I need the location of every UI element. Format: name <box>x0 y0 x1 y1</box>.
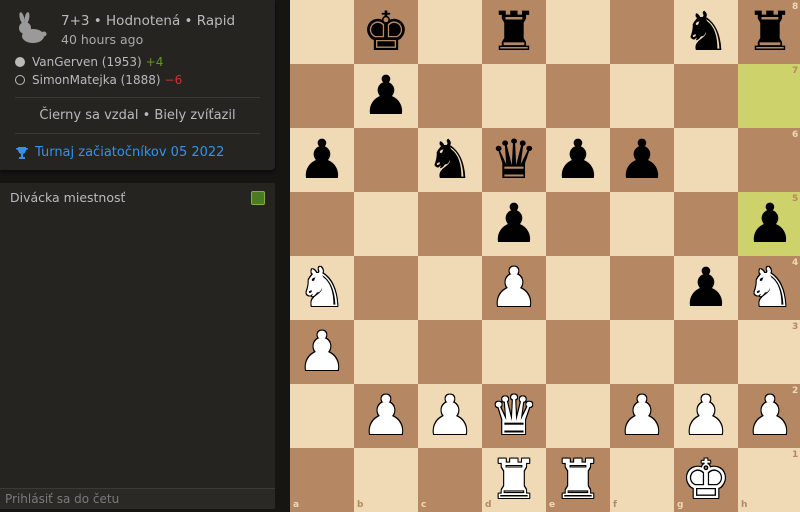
game-result: Čierny sa vzdal • Biely zvíťazil <box>39 108 236 123</box>
square-c5[interactable] <box>418 192 482 256</box>
chat-room: Divácka miestnosť Prihlásiť sa do četu <box>0 183 275 509</box>
player-white[interactable]: VanGerven (1953) +4 <box>15 55 163 69</box>
white-pawn-piece[interactable]: ♟ <box>418 384 482 448</box>
black-player-icon <box>15 75 25 85</box>
rating-delta: −6 <box>164 73 183 87</box>
white-player-icon <box>15 57 25 67</box>
black-rook-piece[interactable]: ♜ <box>738 0 800 64</box>
square-h3[interactable] <box>738 320 800 384</box>
square-c8[interactable] <box>418 0 482 64</box>
square-a5[interactable] <box>290 192 354 256</box>
player-black[interactable]: SimonMatejka (1888) −6 <box>15 73 182 87</box>
chat-title: Divácka miestnosť <box>10 190 126 205</box>
square-e5[interactable] <box>546 192 610 256</box>
square-e7[interactable] <box>546 64 610 128</box>
game-info-card: 7+3 • Hodnotená • Rapid 40 hours ago Van… <box>0 0 275 170</box>
square-a7[interactable] <box>290 64 354 128</box>
game-time-ago: 40 hours ago <box>61 32 144 47</box>
black-pawn-piece[interactable]: ♟ <box>738 192 800 256</box>
square-e4[interactable] <box>546 256 610 320</box>
chess-board[interactable]: 8 7 6 5 4 3 2 a b c d e f g h 1 ♚ ♜ ♞ ♜ ♟ ♟ ♞ ♛ ♟ ♟ ♟ ♟ ♞ ♟ ♟ ♞ ♟ ♟ ♟ ♛ ♟ ♟ ♟ ♜… <box>290 0 800 512</box>
square-b4[interactable] <box>354 256 418 320</box>
white-pawn-piece[interactable]: ♟ <box>290 320 354 384</box>
white-rook-piece[interactable]: ♜ <box>546 448 610 512</box>
white-knight-piece[interactable]: ♞ <box>738 256 800 320</box>
white-pawn-piece[interactable]: ♟ <box>674 384 738 448</box>
square-g7[interactable] <box>674 64 738 128</box>
square-a2[interactable] <box>290 384 354 448</box>
rating-delta: +4 <box>145 55 164 69</box>
tournament-link[interactable]: Turnaj začiatočníkov 05 2022 <box>15 145 224 160</box>
black-pawn-piece[interactable]: ♟ <box>354 64 418 128</box>
white-queen-piece[interactable]: ♛ <box>482 384 546 448</box>
game-title: 7+3 • Hodnotená • Rapid <box>61 13 236 29</box>
black-pawn-piece[interactable]: ♟ <box>546 128 610 192</box>
black-pawn-piece[interactable]: ♟ <box>610 128 674 192</box>
square-f7[interactable] <box>610 64 674 128</box>
left-panel: 7+3 • Hodnotená • Rapid 40 hours ago Van… <box>0 0 290 509</box>
square-h7[interactable] <box>738 64 800 128</box>
square-f4[interactable] <box>610 256 674 320</box>
square-b6[interactable] <box>354 128 418 192</box>
square-c7[interactable] <box>418 64 482 128</box>
square-c3[interactable] <box>418 320 482 384</box>
chat-toggle-checkbox[interactable] <box>251 191 265 205</box>
square-f1[interactable] <box>610 448 674 512</box>
rabbit-icon <box>19 12 47 43</box>
square-d3[interactable] <box>482 320 546 384</box>
white-pawn-piece[interactable]: ♟ <box>482 256 546 320</box>
chat-input[interactable]: Prihlásiť sa do četu <box>0 488 275 509</box>
player-name[interactable]: SimonMatejka (1888) <box>32 73 161 87</box>
square-e8[interactable] <box>546 0 610 64</box>
square-f3[interactable] <box>610 320 674 384</box>
white-pawn-piece[interactable]: ♟ <box>610 384 674 448</box>
square-b5[interactable] <box>354 192 418 256</box>
white-pawn-piece[interactable]: ♟ <box>354 384 418 448</box>
black-pawn-piece[interactable]: ♟ <box>482 192 546 256</box>
black-pawn-piece[interactable]: ♟ <box>674 256 738 320</box>
square-e2[interactable] <box>546 384 610 448</box>
rank-label: 3 <box>792 322 799 332</box>
black-knight-piece[interactable]: ♞ <box>418 128 482 192</box>
white-pawn-piece[interactable]: ♟ <box>738 384 800 448</box>
black-queen-piece[interactable]: ♛ <box>482 128 546 192</box>
rank-label: 7 <box>792 66 799 76</box>
square-e3[interactable] <box>546 320 610 384</box>
square-h6[interactable] <box>738 128 800 192</box>
black-king-piece[interactable]: ♚ <box>354 0 418 64</box>
square-c4[interactable] <box>418 256 482 320</box>
rank-label: 6 <box>792 130 799 140</box>
square-d7[interactable] <box>482 64 546 128</box>
white-king-piece[interactable]: ♚ <box>674 448 738 512</box>
divider <box>15 133 260 134</box>
black-knight-piece[interactable]: ♞ <box>674 0 738 64</box>
square-g6[interactable] <box>674 128 738 192</box>
square-f8[interactable] <box>610 0 674 64</box>
square-c1[interactable] <box>418 448 482 512</box>
white-knight-piece[interactable]: ♞ <box>290 256 354 320</box>
square-a8[interactable] <box>290 0 354 64</box>
square-f5[interactable] <box>610 192 674 256</box>
divider <box>15 97 260 98</box>
black-pawn-piece[interactable]: ♟ <box>290 128 354 192</box>
square-b1[interactable] <box>354 448 418 512</box>
square-g5[interactable] <box>674 192 738 256</box>
rank-label: 1 <box>792 450 799 460</box>
white-rook-piece[interactable]: ♜ <box>482 448 546 512</box>
player-name[interactable]: VanGerven (1953) <box>32 55 142 69</box>
square-g3[interactable] <box>674 320 738 384</box>
square-a1[interactable] <box>290 448 354 512</box>
square-b3[interactable] <box>354 320 418 384</box>
tournament-name[interactable]: Turnaj začiatočníkov 05 2022 <box>35 145 224 160</box>
trophy-icon <box>16 146 28 159</box>
black-rook-piece[interactable]: ♜ <box>482 0 546 64</box>
